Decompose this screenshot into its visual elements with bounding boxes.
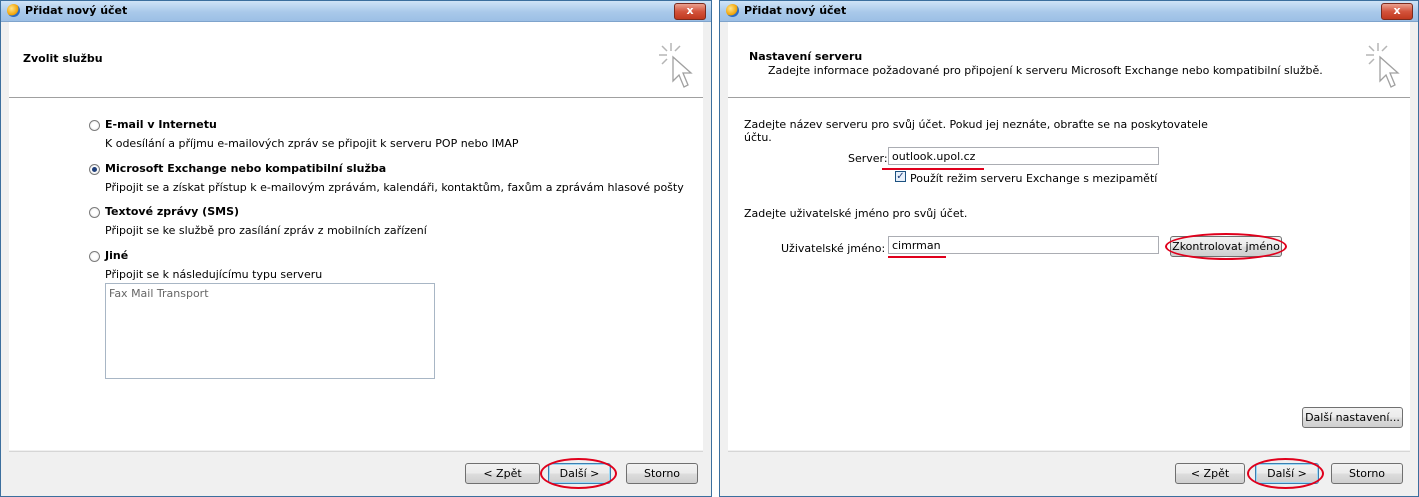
radio-other[interactable] (89, 251, 100, 262)
add-account-window-server-settings: Přidat nový účet x Nastavení serveru Zad… (719, 0, 1419, 497)
server-type-listbox[interactable]: Fax Mail Transport (105, 283, 435, 379)
footer-divider (728, 451, 1410, 452)
back-button[interactable]: < Zpět (1175, 463, 1245, 484)
server-instruction-cont: účtu. (744, 131, 772, 144)
list-item[interactable]: Fax Mail Transport (109, 287, 209, 300)
annotation-underline-username (888, 256, 946, 258)
option-label-sms[interactable]: Textové zprávy (SMS) (105, 205, 239, 218)
username-instruction: Zadejte uživatelské jméno pro svůj účet. (744, 207, 968, 220)
footer-divider (9, 451, 703, 452)
option-label-exchange[interactable]: Microsoft Exchange nebo kompatibilní slu… (105, 162, 386, 175)
option-desc-internet-email: K odesílání a příjmu e-mailových zpráv s… (105, 137, 519, 150)
option-label-internet-email[interactable]: E-mail v Internetu (105, 118, 217, 131)
option-desc-sms: Připojit se ke službě pro zasílání zpráv… (105, 224, 427, 237)
option-label-other[interactable]: Jiné (105, 249, 128, 262)
cancel-button[interactable]: Storno (1331, 463, 1403, 484)
title-bar[interactable]: Přidat nový účet x (1, 1, 711, 22)
username-label: Uživatelské jméno: (781, 242, 886, 255)
check-name-button[interactable]: Zkontrolovat jméno (1170, 236, 1282, 257)
username-input[interactable] (888, 236, 1159, 254)
page-title: Zvolit službu (23, 52, 103, 65)
option-desc-other: Připojit se k následujícímu typu serveru (105, 268, 323, 281)
more-settings-button[interactable]: Další nastavení... (1302, 407, 1403, 428)
close-button[interactable]: x (674, 3, 706, 20)
add-account-window-choose-service: Přidat nový účet x Zvolit službu E-mail … (0, 0, 712, 497)
radio-sms[interactable] (89, 207, 100, 218)
window-title: Přidat nový účet (25, 4, 128, 17)
wizard-header (9, 22, 703, 97)
radio-exchange[interactable] (89, 164, 100, 175)
radio-internet-email[interactable] (89, 120, 100, 131)
cached-mode-label[interactable]: Použít režim serveru Exchange s mezipamě… (910, 172, 1157, 185)
cached-mode-checkbox[interactable]: ✓ (895, 171, 906, 182)
outlook-app-icon (7, 4, 20, 17)
page-subtitle: Zadejte informace požadované pro připoje… (768, 64, 1323, 77)
close-button[interactable]: x (1381, 3, 1413, 20)
outlook-app-icon (726, 4, 739, 17)
server-instruction: Zadejte název serveru pro svůj účet. Pok… (744, 118, 1208, 131)
cancel-button[interactable]: Storno (626, 463, 698, 484)
back-button[interactable]: < Zpět (465, 463, 540, 484)
server-label: Server: (848, 152, 888, 165)
page-title: Nastavení serveru (749, 50, 863, 63)
server-input[interactable] (888, 147, 1159, 165)
cursor-sparkle-icon (1366, 43, 1400, 88)
option-desc-exchange: Připojit se a získat přístup k e-mailový… (105, 181, 684, 194)
title-bar[interactable]: Přidat nový účet x (720, 1, 1418, 22)
next-button[interactable]: Další > (1255, 463, 1319, 484)
window-title: Přidat nový účet (744, 4, 847, 17)
cursor-sparkle-icon (659, 43, 693, 88)
annotation-underline-server (882, 168, 984, 170)
next-button[interactable]: Další > (548, 463, 611, 484)
